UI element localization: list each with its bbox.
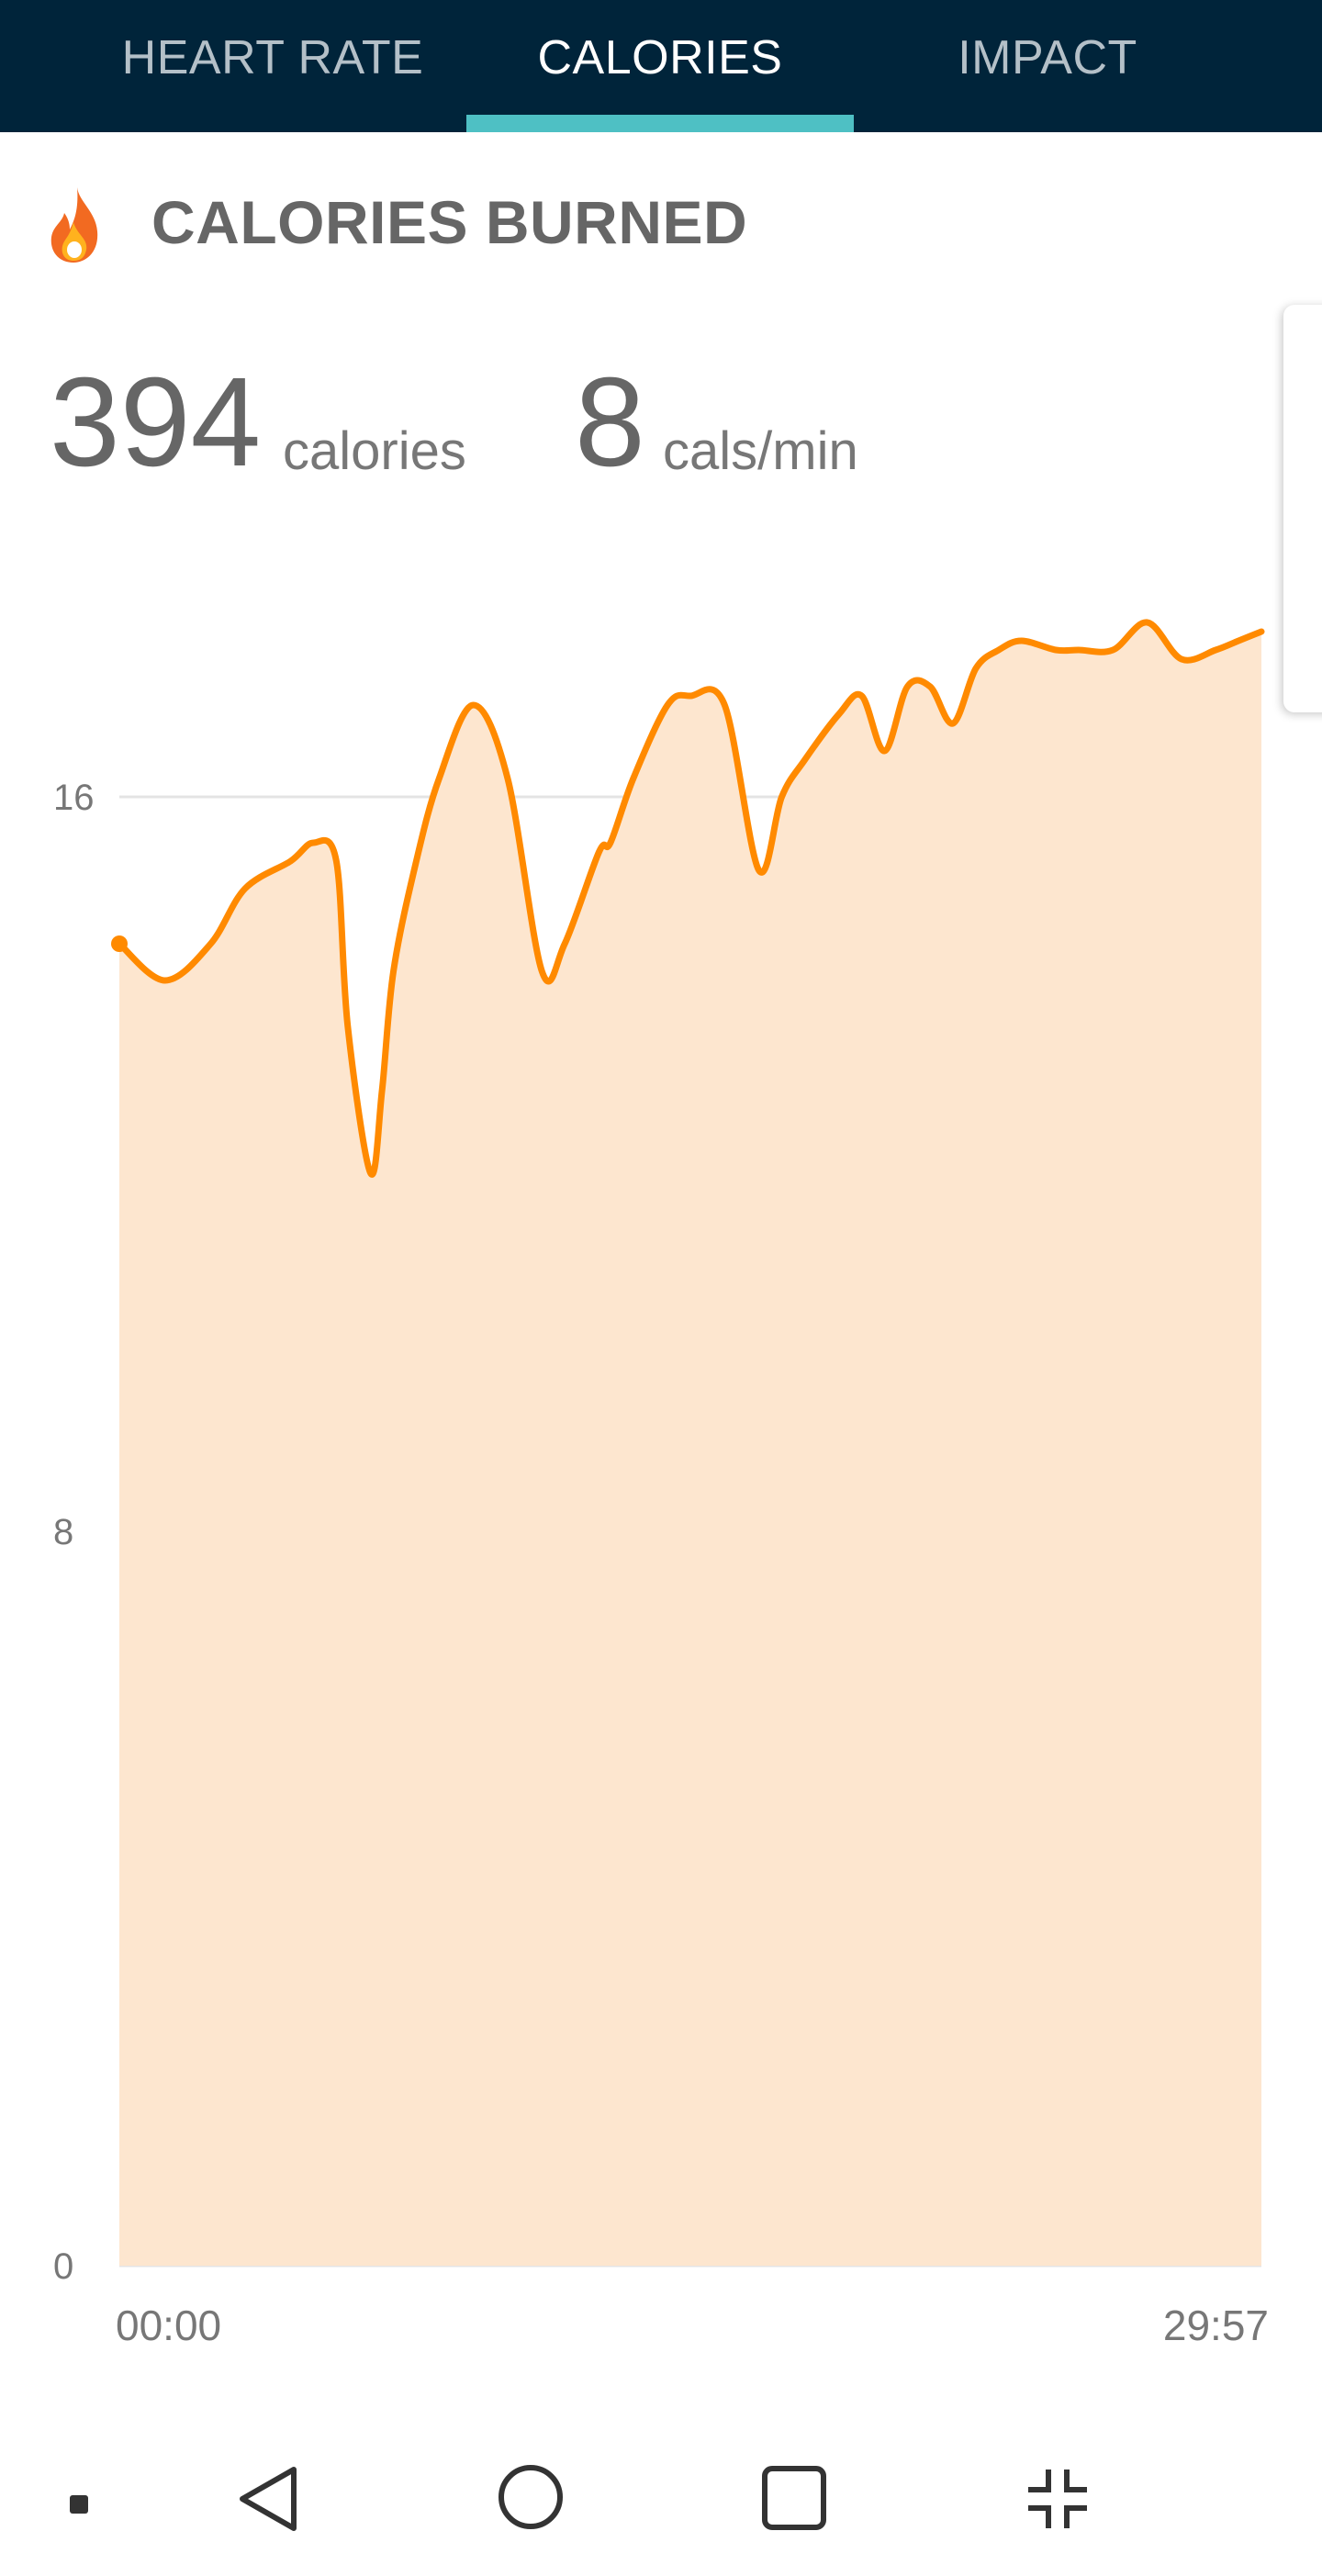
tab-heart-rate[interactable]: HEART RATE <box>79 0 466 132</box>
tab-impact[interactable]: IMPACT <box>854 0 1241 132</box>
flame-icon <box>50 187 98 263</box>
tab-bar: HEART RATE CALORIES IMPACT <box>0 0 1322 132</box>
calories-chart: 16 8 0 00:00 29:57 <box>53 619 1269 2349</box>
chart-start-point <box>111 935 128 952</box>
active-tab-indicator <box>466 115 854 132</box>
calorie-rate-value: 8 <box>575 352 645 493</box>
section-header: CALORIES BURNED <box>0 132 1322 316</box>
x-axis-start-label: 00:00 <box>116 2302 221 2349</box>
calorie-rate-unit: cals/min <box>663 421 858 481</box>
dot-icon[interactable] <box>68 2493 90 2515</box>
calorie-stats: 394 calories 8 cals/min <box>0 349 1193 496</box>
home-circle-icon[interactable] <box>496 2462 566 2532</box>
y-tick-label: 16 <box>53 778 95 818</box>
page-title: CALORIES BURNED <box>151 188 748 256</box>
back-triangle-icon[interactable] <box>233 2462 303 2536</box>
chart-area-fill <box>119 622 1261 2266</box>
tab-calories[interactable]: CALORIES <box>466 0 854 132</box>
total-calories-value: 394 <box>50 352 262 493</box>
recents-square-icon[interactable] <box>760 2464 828 2532</box>
x-axis-end-label: 29:57 <box>1163 2302 1269 2349</box>
y-tick-label: 8 <box>53 1512 73 1552</box>
system-nav-bar <box>0 2405 1322 2576</box>
total-calories-unit: calories <box>283 421 466 481</box>
collapse-icon[interactable] <box>1023 2464 1092 2534</box>
y-tick-label: 0 <box>53 2246 73 2287</box>
